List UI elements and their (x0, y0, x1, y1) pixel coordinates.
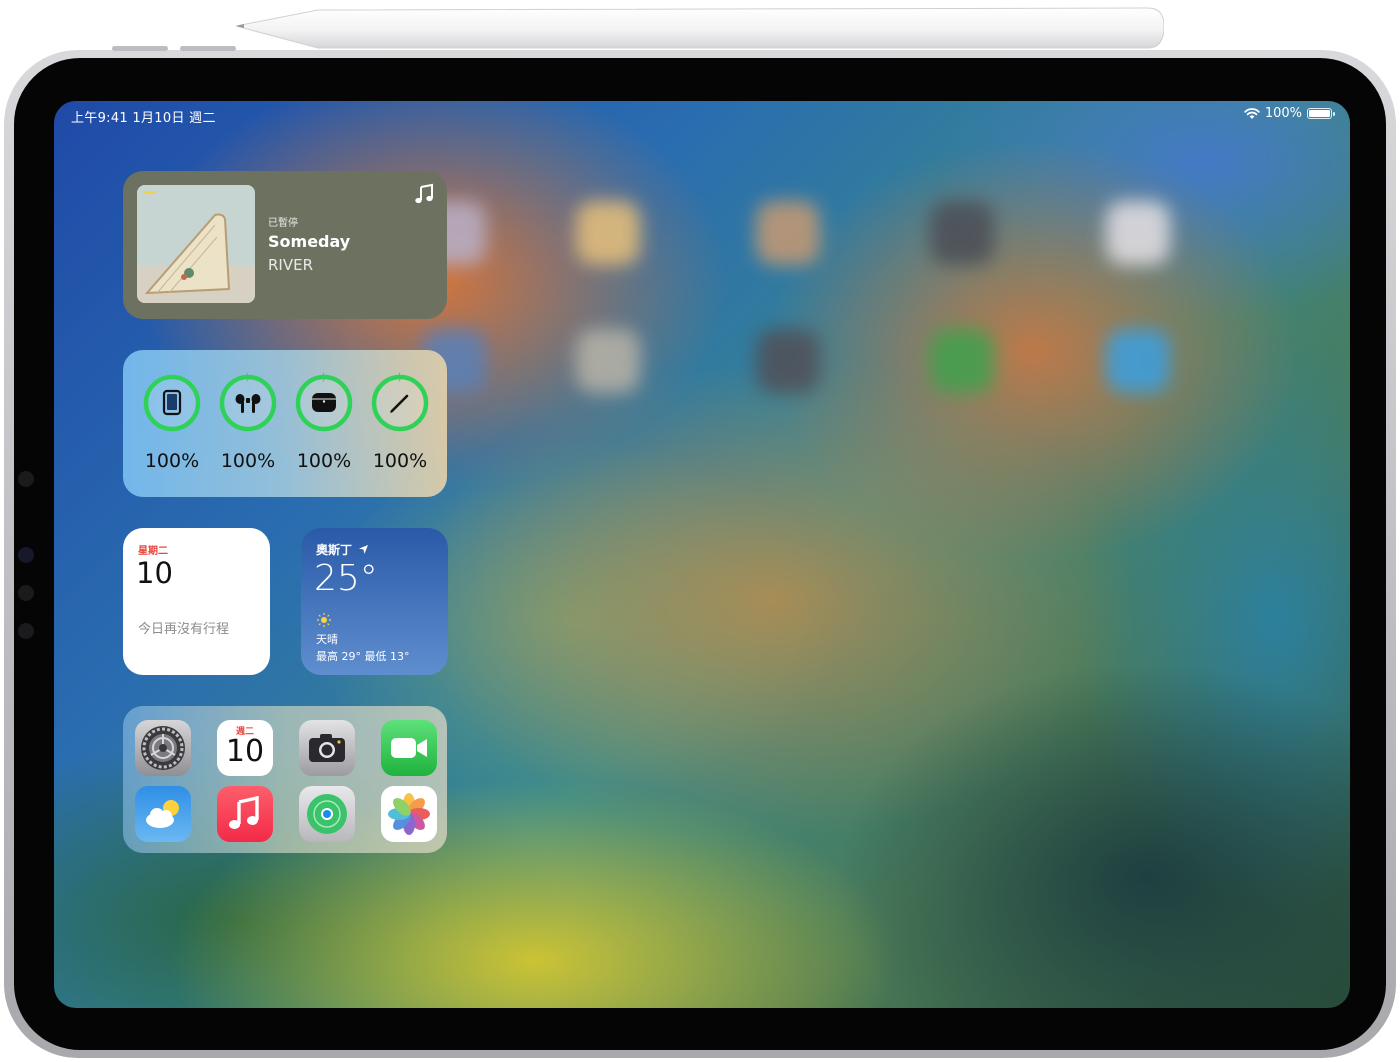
battery-item-ipad: 100% (141, 372, 203, 472)
music-widget[interactable]: 已暫停 Someday RIVER (123, 171, 447, 319)
no-events-label: 今日再沒有行程 (138, 622, 230, 637)
settings-icon[interactable] (135, 720, 191, 776)
battery-percent: 100% (144, 450, 200, 472)
magnet-dot (18, 471, 34, 487)
battery-percent: 100% (372, 450, 428, 472)
calendar-weekday: 星期二 (138, 546, 168, 557)
weather-city: 奧斯丁 (316, 541, 369, 558)
apple-pencil (236, 7, 1164, 49)
battery-ring (295, 372, 353, 432)
blurred-app-icon (930, 329, 994, 393)
battery-ring (143, 374, 201, 432)
app-shortcuts-widget: 週二 10 (123, 706, 447, 853)
blurred-app-icon (756, 201, 820, 265)
battery-item-apple-pencil: 100% (369, 372, 431, 472)
home-screen: 上午9:41 1月10日 週二 100% 已暫停 Someday RIVER 1… (54, 101, 1350, 1008)
magnet-dot (18, 623, 34, 639)
blurred-app-icon (576, 329, 640, 393)
blurred-app-icon (930, 201, 994, 265)
battery-item-airpods-case: 100% (293, 372, 355, 472)
batteries-widget[interactable]: 100% 100% 100% 100% (123, 350, 447, 497)
music-app-icon[interactable] (217, 786, 273, 842)
status-time-date: 上午9:41 1月10日 週二 (71, 111, 216, 126)
calendar-widget[interactable]: 星期二 10 今日再沒有行程 (123, 528, 270, 675)
battery-icon (1307, 108, 1335, 119)
volume-button (112, 46, 168, 51)
airpods-case-icon (312, 393, 336, 412)
calendar-app-icon[interactable]: 週二 10 (217, 720, 273, 776)
front-camera (18, 547, 34, 563)
battery-item-airpods: 100% (217, 372, 279, 472)
battery-percent: 100% (296, 450, 352, 472)
album-art (137, 185, 255, 303)
blurred-app-icon (1106, 201, 1170, 265)
wifi-icon (1244, 107, 1260, 119)
music-note-icon (415, 183, 433, 204)
battery-percent: 100% (220, 450, 276, 472)
calendar-day: 10 (136, 556, 173, 590)
status-bar: 上午9:41 1月10日 週二 100% (54, 101, 1350, 129)
blurred-app-icon (576, 201, 640, 265)
weather-condition: 天晴 (316, 633, 338, 646)
battery-percent: 100% (1264, 106, 1302, 121)
weather-app-icon[interactable] (135, 786, 191, 842)
battery-ring (371, 372, 429, 432)
weather-high-low: 最高 29° 最低 13° (316, 650, 410, 663)
volume-button (180, 46, 236, 51)
song-title: Someday (268, 232, 351, 251)
weather-temperature: 25° (314, 558, 378, 599)
magnet-dot (18, 585, 34, 601)
camera-icon[interactable] (299, 720, 355, 776)
calendar-icon-day: 10 (225, 734, 265, 769)
weather-widget[interactable]: 奧斯丁 25° 天晴 最高 29° 最低 13° (301, 528, 448, 675)
battery-ring (219, 372, 277, 432)
facetime-icon[interactable] (381, 720, 437, 776)
blurred-app-icon (1106, 329, 1170, 393)
photos-icon[interactable] (381, 786, 437, 842)
location-arrow-icon (359, 545, 369, 554)
artist-name: RIVER (268, 256, 314, 274)
playback-status: 已暫停 (268, 218, 298, 229)
find-my-icon[interactable] (299, 786, 355, 842)
sun-icon (317, 613, 331, 627)
blurred-app-icon (756, 329, 820, 393)
